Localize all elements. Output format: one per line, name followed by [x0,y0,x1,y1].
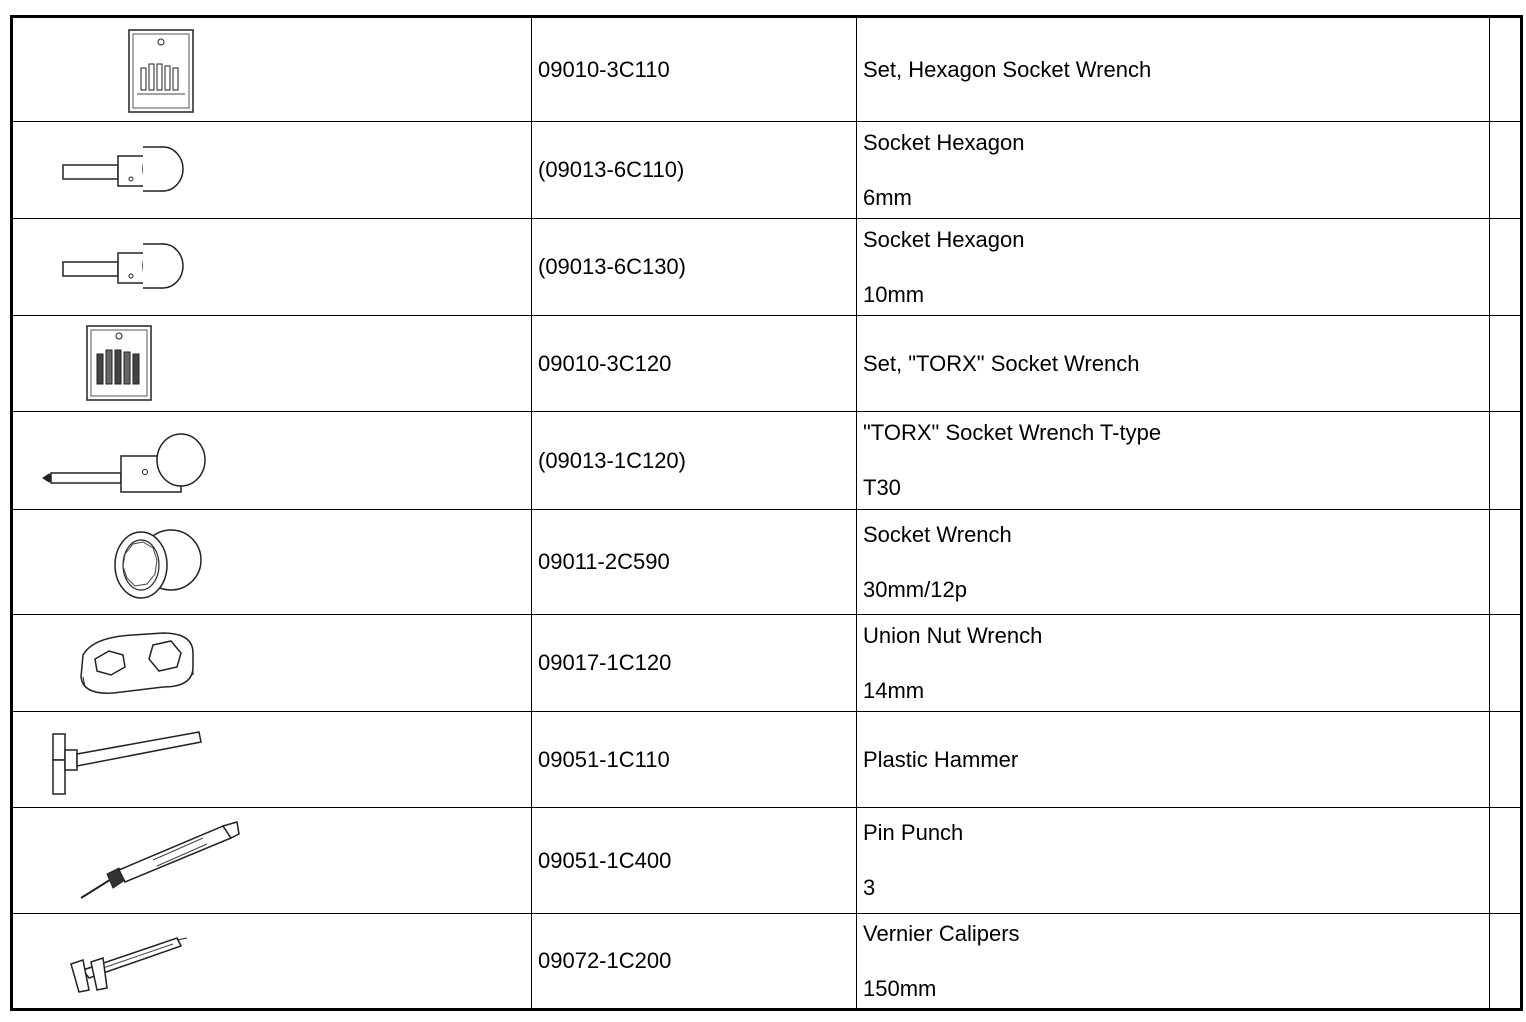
hexagon-socket-set-icon [128,29,194,113]
empty-cell [1489,509,1522,615]
tool-name: Set, Hexagon Socket Wrench [863,56,1152,82]
tool-description: Socket Hexagon 10mm [856,218,1490,316]
tool-spec: T30 [863,475,901,500]
table-row: 09017-1C120 Union Nut Wrench 14mm [11,614,1522,712]
empty-cell [1489,614,1522,712]
part-number: 09017-1C120 [531,614,857,712]
part-number: 09072-1C200 [531,913,857,1010]
vernier-calipers-icon [70,937,188,993]
torx-socket-set-icon [86,325,152,401]
empty-cell [1489,913,1522,1010]
tool-description: "TORX" Socket Wrench T-type T30 [856,411,1490,510]
empty-cell [1489,711,1522,808]
tool-name: "TORX" Socket Wrench T-type [863,420,1162,445]
torx-socket-icon [42,433,206,493]
tool-image-cell [11,614,532,712]
pin-punch-icon [80,821,240,899]
part-number: 09011-2C590 [531,509,857,615]
empty-cell [1489,121,1522,219]
tool-image-cell [11,509,532,615]
special-tools-table: 09010-3C110 Set, Hexagon Socket Wrench (… [10,15,1523,1011]
table-row: (09013-1C120) "TORX" Socket Wrench T-typ… [11,411,1522,510]
tool-image-cell [11,121,532,219]
tool-image-cell [11,807,532,914]
empty-cell [1489,315,1522,412]
tool-image-cell [11,315,532,412]
tool-image-cell [11,711,532,808]
tool-name: Socket Hexagon [863,226,1025,252]
empty-cell [1489,807,1522,914]
part-number: 09010-3C120 [531,315,857,412]
empty-cell [1489,411,1522,510]
empty-cell [1489,16,1522,122]
table-row: (09013-6C130) Socket Hexagon 10mm [11,218,1522,316]
tool-description: Socket Wrench 30mm/12p [856,509,1490,615]
part-number: 09051-1C110 [531,711,857,808]
tool-name: Set, "TORX" Socket Wrench [863,350,1140,376]
tool-description: Set, Hexagon Socket Wrench [856,16,1490,122]
table-row: 09010-3C110 Set, Hexagon Socket Wrench [11,16,1522,122]
table-row: 09051-1C400 Pin Punch 3 [11,807,1522,914]
union-nut-wrench-icon [80,632,194,694]
table-row: 09010-3C120 Set, "TORX" Socket Wrench [11,315,1522,412]
tool-image-cell [11,16,532,122]
tool-spec: 30mm/12p [863,576,967,602]
table-row: 09051-1C110 Plastic Hammer [11,711,1522,808]
tool-name: Union Nut Wrench [863,622,1043,648]
tool-spec: 150mm [863,975,937,1001]
tool-image-cell [11,913,532,1010]
tool-image-cell [11,218,532,316]
tool-description: Vernier Calipers 150mm [856,913,1490,1010]
tool-spec: 6mm [863,184,912,210]
part-number: (09013-6C130) [531,218,857,316]
tool-description: Plastic Hammer [856,711,1490,808]
part-number: (09013-6C110) [531,121,857,219]
socket-wrench-icon [114,529,202,599]
plastic-hammer-icon [52,731,202,795]
tool-name: Plastic Hammer [863,746,1019,772]
tool-spec: 3 [863,875,876,900]
socket-hexagon-icon [62,243,184,289]
tool-name: Pin Punch [863,820,964,845]
tool-description: Pin Punch 3 [856,807,1490,914]
tool-description: Set, "TORX" Socket Wrench [856,315,1490,412]
socket-hexagon-icon [62,146,184,192]
tool-name: Vernier Calipers [863,920,1020,946]
table-row: 09011-2C590 Socket Wrench 30mm/12p [11,509,1522,615]
tool-description: Socket Hexagon 6mm [856,121,1490,219]
part-number: 09051-1C400 [531,807,857,914]
tool-name: Socket Wrench [863,521,1012,547]
tool-description: Union Nut Wrench 14mm [856,614,1490,712]
tool-spec: 14mm [863,677,925,703]
tool-spec: 10mm [863,281,925,307]
empty-cell [1489,218,1522,316]
part-number: (09013-1C120) [531,411,857,510]
table-row: (09013-6C110) Socket Hexagon 6mm [11,121,1522,219]
tool-name: Socket Hexagon [863,129,1025,155]
table-row: 09072-1C200 Vernier Calipers 150mm [11,913,1522,1010]
part-number: 09010-3C110 [531,16,857,122]
tool-image-cell [11,411,532,510]
